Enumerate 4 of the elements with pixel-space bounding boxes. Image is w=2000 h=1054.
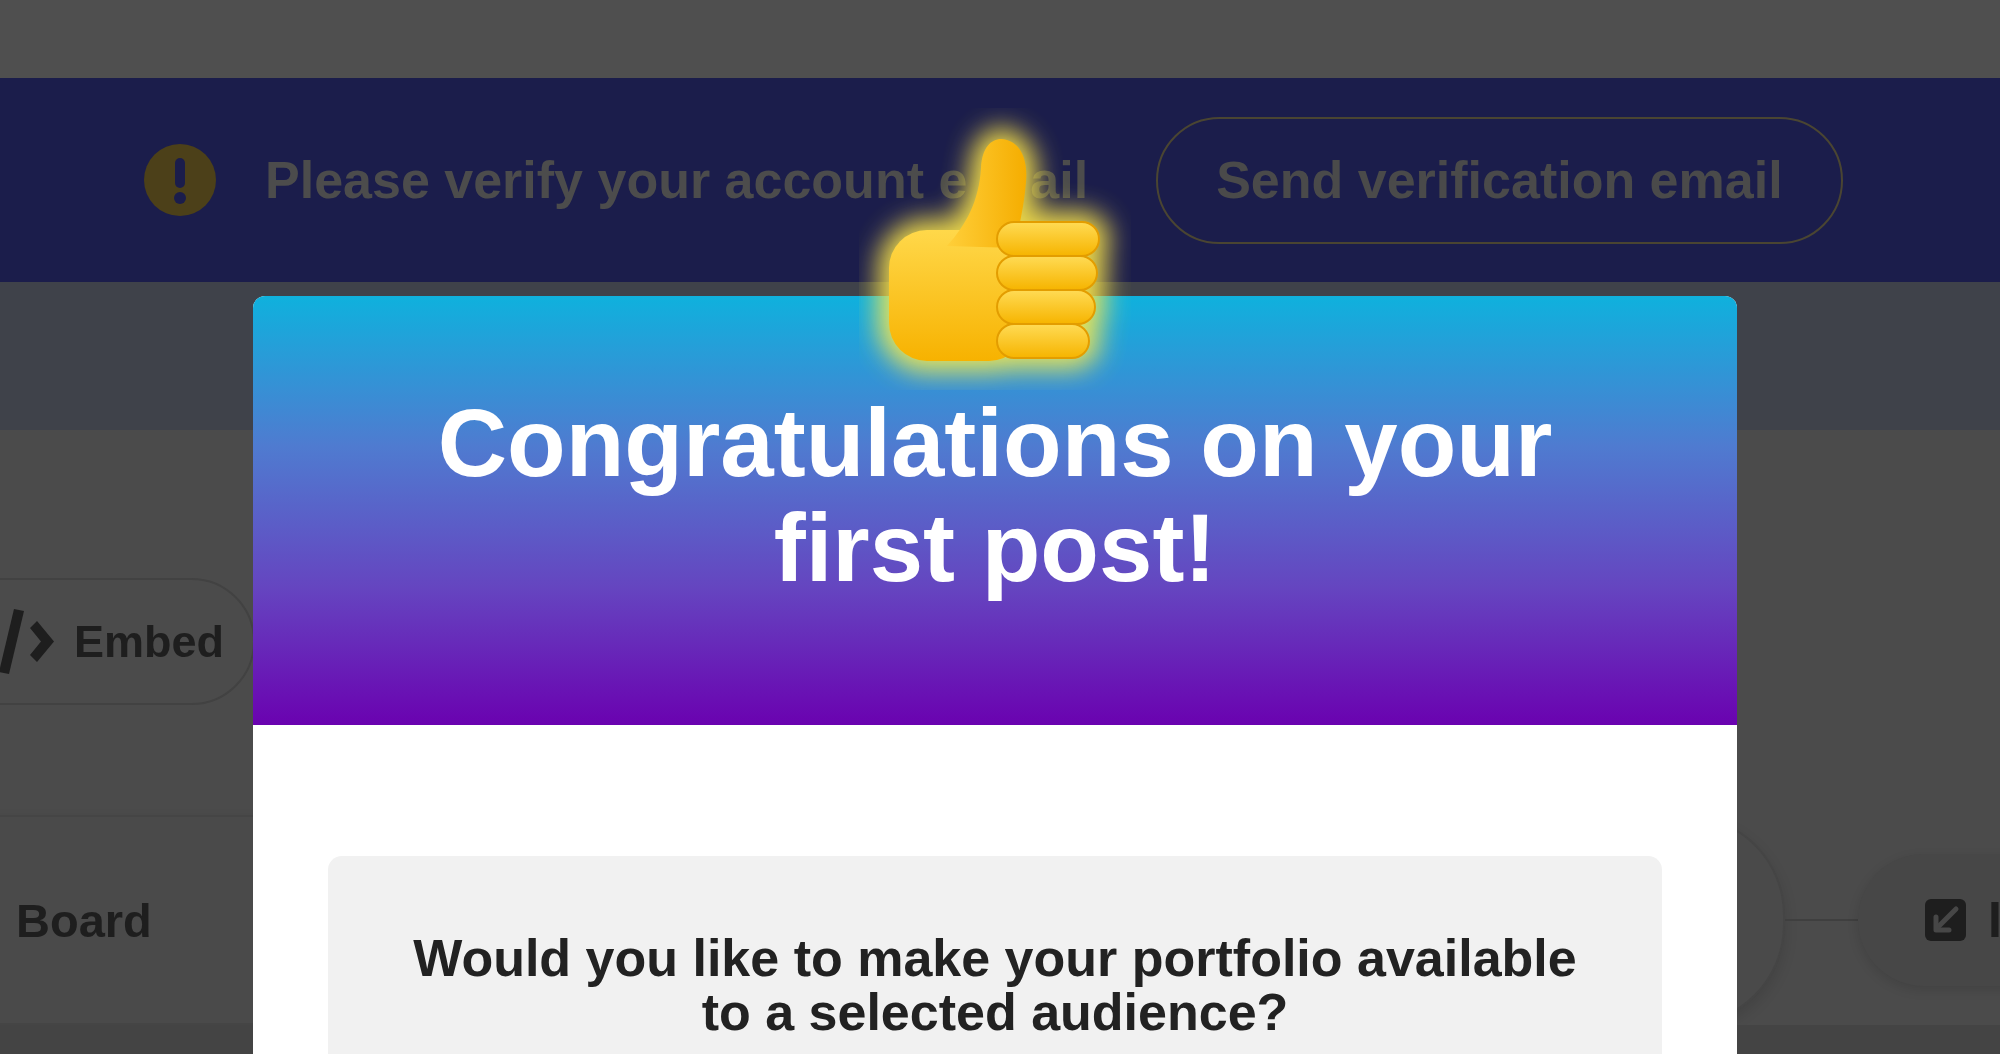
question-text: Would you like to make your portfolio available to a selected audience? bbox=[412, 931, 1578, 1039]
dialog-title: Congratulations on your first post! bbox=[436, 390, 1554, 600]
code-icon bbox=[0, 608, 57, 675]
warning-icon bbox=[144, 144, 216, 216]
